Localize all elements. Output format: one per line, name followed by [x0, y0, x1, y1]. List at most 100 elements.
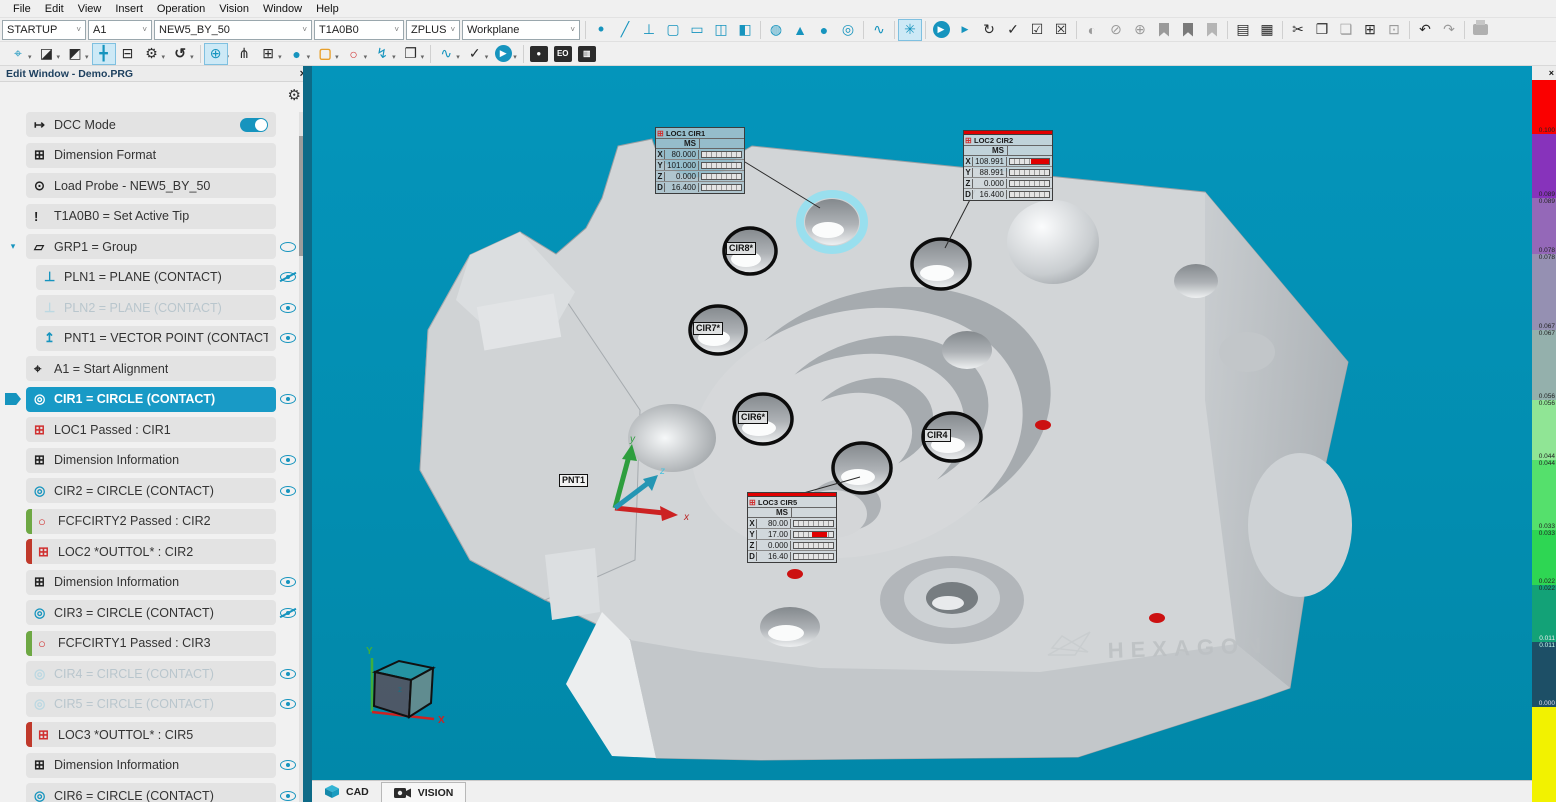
- print-icon[interactable]: [1468, 19, 1492, 41]
- tree-item-cir5[interactable]: ◎CIR5 = CIRCLE (CONTACT): [0, 692, 300, 717]
- plane-feature-icon[interactable]: ⊥: [637, 19, 661, 41]
- menu-view[interactable]: View: [71, 2, 109, 16]
- tree-item-dcc-mode[interactable]: ↦DCC Mode: [0, 112, 300, 137]
- eye-off-icon[interactable]: [280, 608, 296, 618]
- tree-item-fcfcirty1[interactable]: ○FCFCIRTY1 Passed : CIR3: [0, 631, 300, 656]
- redo-icon[interactable]: ↷: [1437, 19, 1461, 41]
- axes-combo[interactable]: A1˅: [88, 20, 152, 40]
- quick-done-icon[interactable]: ✓: [463, 43, 487, 65]
- eye-icon[interactable]: [280, 791, 296, 801]
- hole[interactable]: [942, 331, 992, 369]
- execute-icon[interactable]: ▶: [929, 19, 953, 41]
- report-io-icon[interactable]: EO: [551, 43, 575, 65]
- execute-from-cursor-icon[interactable]: ▶: [953, 19, 977, 41]
- no-section-icon[interactable]: ⊘: [1104, 19, 1128, 41]
- tree-item-grp1[interactable]: ▾ ▱GRP1 = Group: [0, 234, 300, 259]
- tree-item-cir1[interactable]: ◎CIR1 = CIRCLE (CONTACT): [0, 387, 300, 412]
- feature-tag-cir6[interactable]: CIR6*: [738, 411, 768, 424]
- cone-feature-icon[interactable]: ▲: [788, 19, 812, 41]
- solid-view-icon[interactable]: ◩: [63, 43, 87, 65]
- tree-item-cir3[interactable]: ◎CIR3 = CIRCLE (CONTACT): [0, 600, 300, 625]
- mark-done-icon[interactable]: ✓: [1001, 19, 1025, 41]
- dim-label-loc3[interactable]: ⊞LOC3 CIR5 MS X80.00 Y17.00 Z0.000 D16.4…: [747, 492, 837, 563]
- eye-icon[interactable]: [280, 669, 296, 679]
- menu-operation[interactable]: Operation: [150, 2, 212, 16]
- view-cube[interactable]: Y X z: [366, 646, 445, 726]
- feature-tag-pnt1[interactable]: PNT1: [559, 474, 588, 487]
- tree-item-cir6[interactable]: ◎CIR6 = CIRCLE (CONTACT): [0, 783, 300, 802]
- edit-window-icon[interactable]: ▤: [1231, 19, 1255, 41]
- paste-pattern-icon[interactable]: ⊞: [1358, 19, 1382, 41]
- sphere-feature-icon[interactable]: ●: [812, 19, 836, 41]
- array-icon[interactable]: ⊡: [1382, 19, 1406, 41]
- circle-feature-icon[interactable]: ▢: [661, 19, 685, 41]
- goto-position-icon[interactable]: ⊕: [1128, 19, 1152, 41]
- menu-vision[interactable]: Vision: [212, 2, 256, 16]
- tree-item-load-probe[interactable]: ⊙Load Probe - NEW5_BY_50: [0, 173, 300, 198]
- paste-icon[interactable]: ❏: [1334, 19, 1358, 41]
- quick-play-icon[interactable]: ▶: [491, 43, 515, 65]
- feature-tag-cir8[interactable]: CIR8*: [726, 242, 756, 255]
- tree-item-active-tip[interactable]: !T1A0B0 = Set Active Tip: [0, 204, 300, 229]
- panel-splitter[interactable]: [303, 66, 312, 802]
- probe-toolbox-icon[interactable]: ⊞: [256, 43, 280, 65]
- tree-item-pln1[interactable]: ⊥PLN1 = PLANE (CONTACT): [0, 265, 300, 290]
- hole[interactable]: [1174, 264, 1218, 298]
- cone-feature[interactable]: [628, 404, 716, 472]
- point-feature-icon[interactable]: •: [589, 19, 613, 41]
- feature-tag-cir4[interactable]: CIR4: [924, 429, 951, 442]
- menu-edit[interactable]: Edit: [38, 2, 71, 16]
- tree-item-pln2[interactable]: ⊥PLN2 = PLANE (CONTACT): [0, 295, 300, 320]
- tree-item-dim-info-1[interactable]: ⊞Dimension Information: [0, 448, 300, 473]
- menu-help[interactable]: Help: [309, 2, 346, 16]
- tree-item-fcfcirty2[interactable]: ○FCFCIRTY2 Passed : CIR2: [0, 509, 300, 534]
- menu-file[interactable]: File: [6, 2, 38, 16]
- cylinder-feature-icon[interactable]: ◍: [764, 19, 788, 41]
- workplane-mode-combo[interactable]: Workplane˅: [462, 20, 580, 40]
- round-slot-feature-icon[interactable]: ▭: [685, 19, 709, 41]
- eye-icon[interactable]: [280, 486, 296, 496]
- tab-vision[interactable]: VISION: [381, 782, 467, 802]
- line-feature-icon[interactable]: ╱: [613, 19, 637, 41]
- selected-circle-cir1[interactable]: [800, 194, 864, 250]
- dim-label-loc1[interactable]: ⊞LOC1 CIR1 MS X80.000 Y101.000 Z0.000 D1…: [655, 127, 745, 194]
- tree-item-dimension-format[interactable]: ⊞Dimension Format: [0, 143, 300, 168]
- tree-item-cir2[interactable]: ◎CIR2 = CIRCLE (CONTACT): [0, 478, 300, 503]
- comment-icon[interactable]: ⊟: [116, 43, 140, 65]
- half-section-icon[interactable]: ◐: [1080, 19, 1104, 41]
- gear-icon[interactable]: ⚙: [288, 86, 301, 104]
- bookmark-remove-icon[interactable]: [1200, 19, 1224, 41]
- bookmark-add-icon[interactable]: [1176, 19, 1200, 41]
- eye-icon[interactable]: [280, 303, 296, 313]
- rotate-view-icon[interactable]: ↺: [168, 43, 192, 65]
- report-chart-icon[interactable]: ▥: [575, 43, 599, 65]
- eye-icon[interactable]: [280, 333, 296, 343]
- copy-icon[interactable]: ❐: [1310, 19, 1334, 41]
- summary-mode-icon[interactable]: ▦: [1255, 19, 1279, 41]
- camera-capture-icon[interactable]: ●: [527, 43, 551, 65]
- measured-circle-cir2[interactable]: [912, 239, 970, 289]
- tree-item-loc3[interactable]: ⊞LOC3 *OUTTOL* : CIR5: [0, 722, 300, 747]
- expand-arrow-icon[interactable]: ▾: [11, 241, 16, 252]
- menu-insert[interactable]: Insert: [108, 2, 150, 16]
- workplane-combo[interactable]: ZPLUS˅: [406, 20, 460, 40]
- move-view-icon[interactable]: ⊕: [204, 43, 228, 65]
- vector-directions-icon[interactable]: ⋔: [232, 43, 256, 65]
- tree-item-dim-info-2[interactable]: ⊞Dimension Information: [0, 570, 300, 595]
- tree-item-loc1[interactable]: ⊞LOC1 Passed : CIR1: [0, 417, 300, 442]
- report-off-icon[interactable]: ☒: [1049, 19, 1073, 41]
- measured-circle-cir5[interactable]: [833, 443, 891, 493]
- eye-icon[interactable]: [280, 699, 296, 709]
- tree-item-pnt1[interactable]: ↥PNT1 = VECTOR POINT (CONTACT): [0, 326, 300, 351]
- cad-viewport[interactable]: HEXAGON x y z Y X: [312, 66, 1532, 780]
- feature-tag-cir7[interactable]: CIR7*: [693, 322, 723, 335]
- tree-item-a1-alignment[interactable]: ⌖A1 = Start Alignment: [0, 356, 300, 381]
- eye-icon[interactable]: [280, 577, 296, 587]
- dome-feature[interactable]: [1007, 200, 1099, 284]
- eye-icon[interactable]: [280, 455, 296, 465]
- torus-feature-icon[interactable]: ◎: [836, 19, 860, 41]
- path-display-icon[interactable]: ∿: [434, 43, 458, 65]
- probe-mode-icon[interactable]: ⌖: [6, 43, 30, 65]
- quick-align-icon[interactable]: ↯: [370, 43, 394, 65]
- fcf-circle-icon[interactable]: ○: [342, 43, 366, 65]
